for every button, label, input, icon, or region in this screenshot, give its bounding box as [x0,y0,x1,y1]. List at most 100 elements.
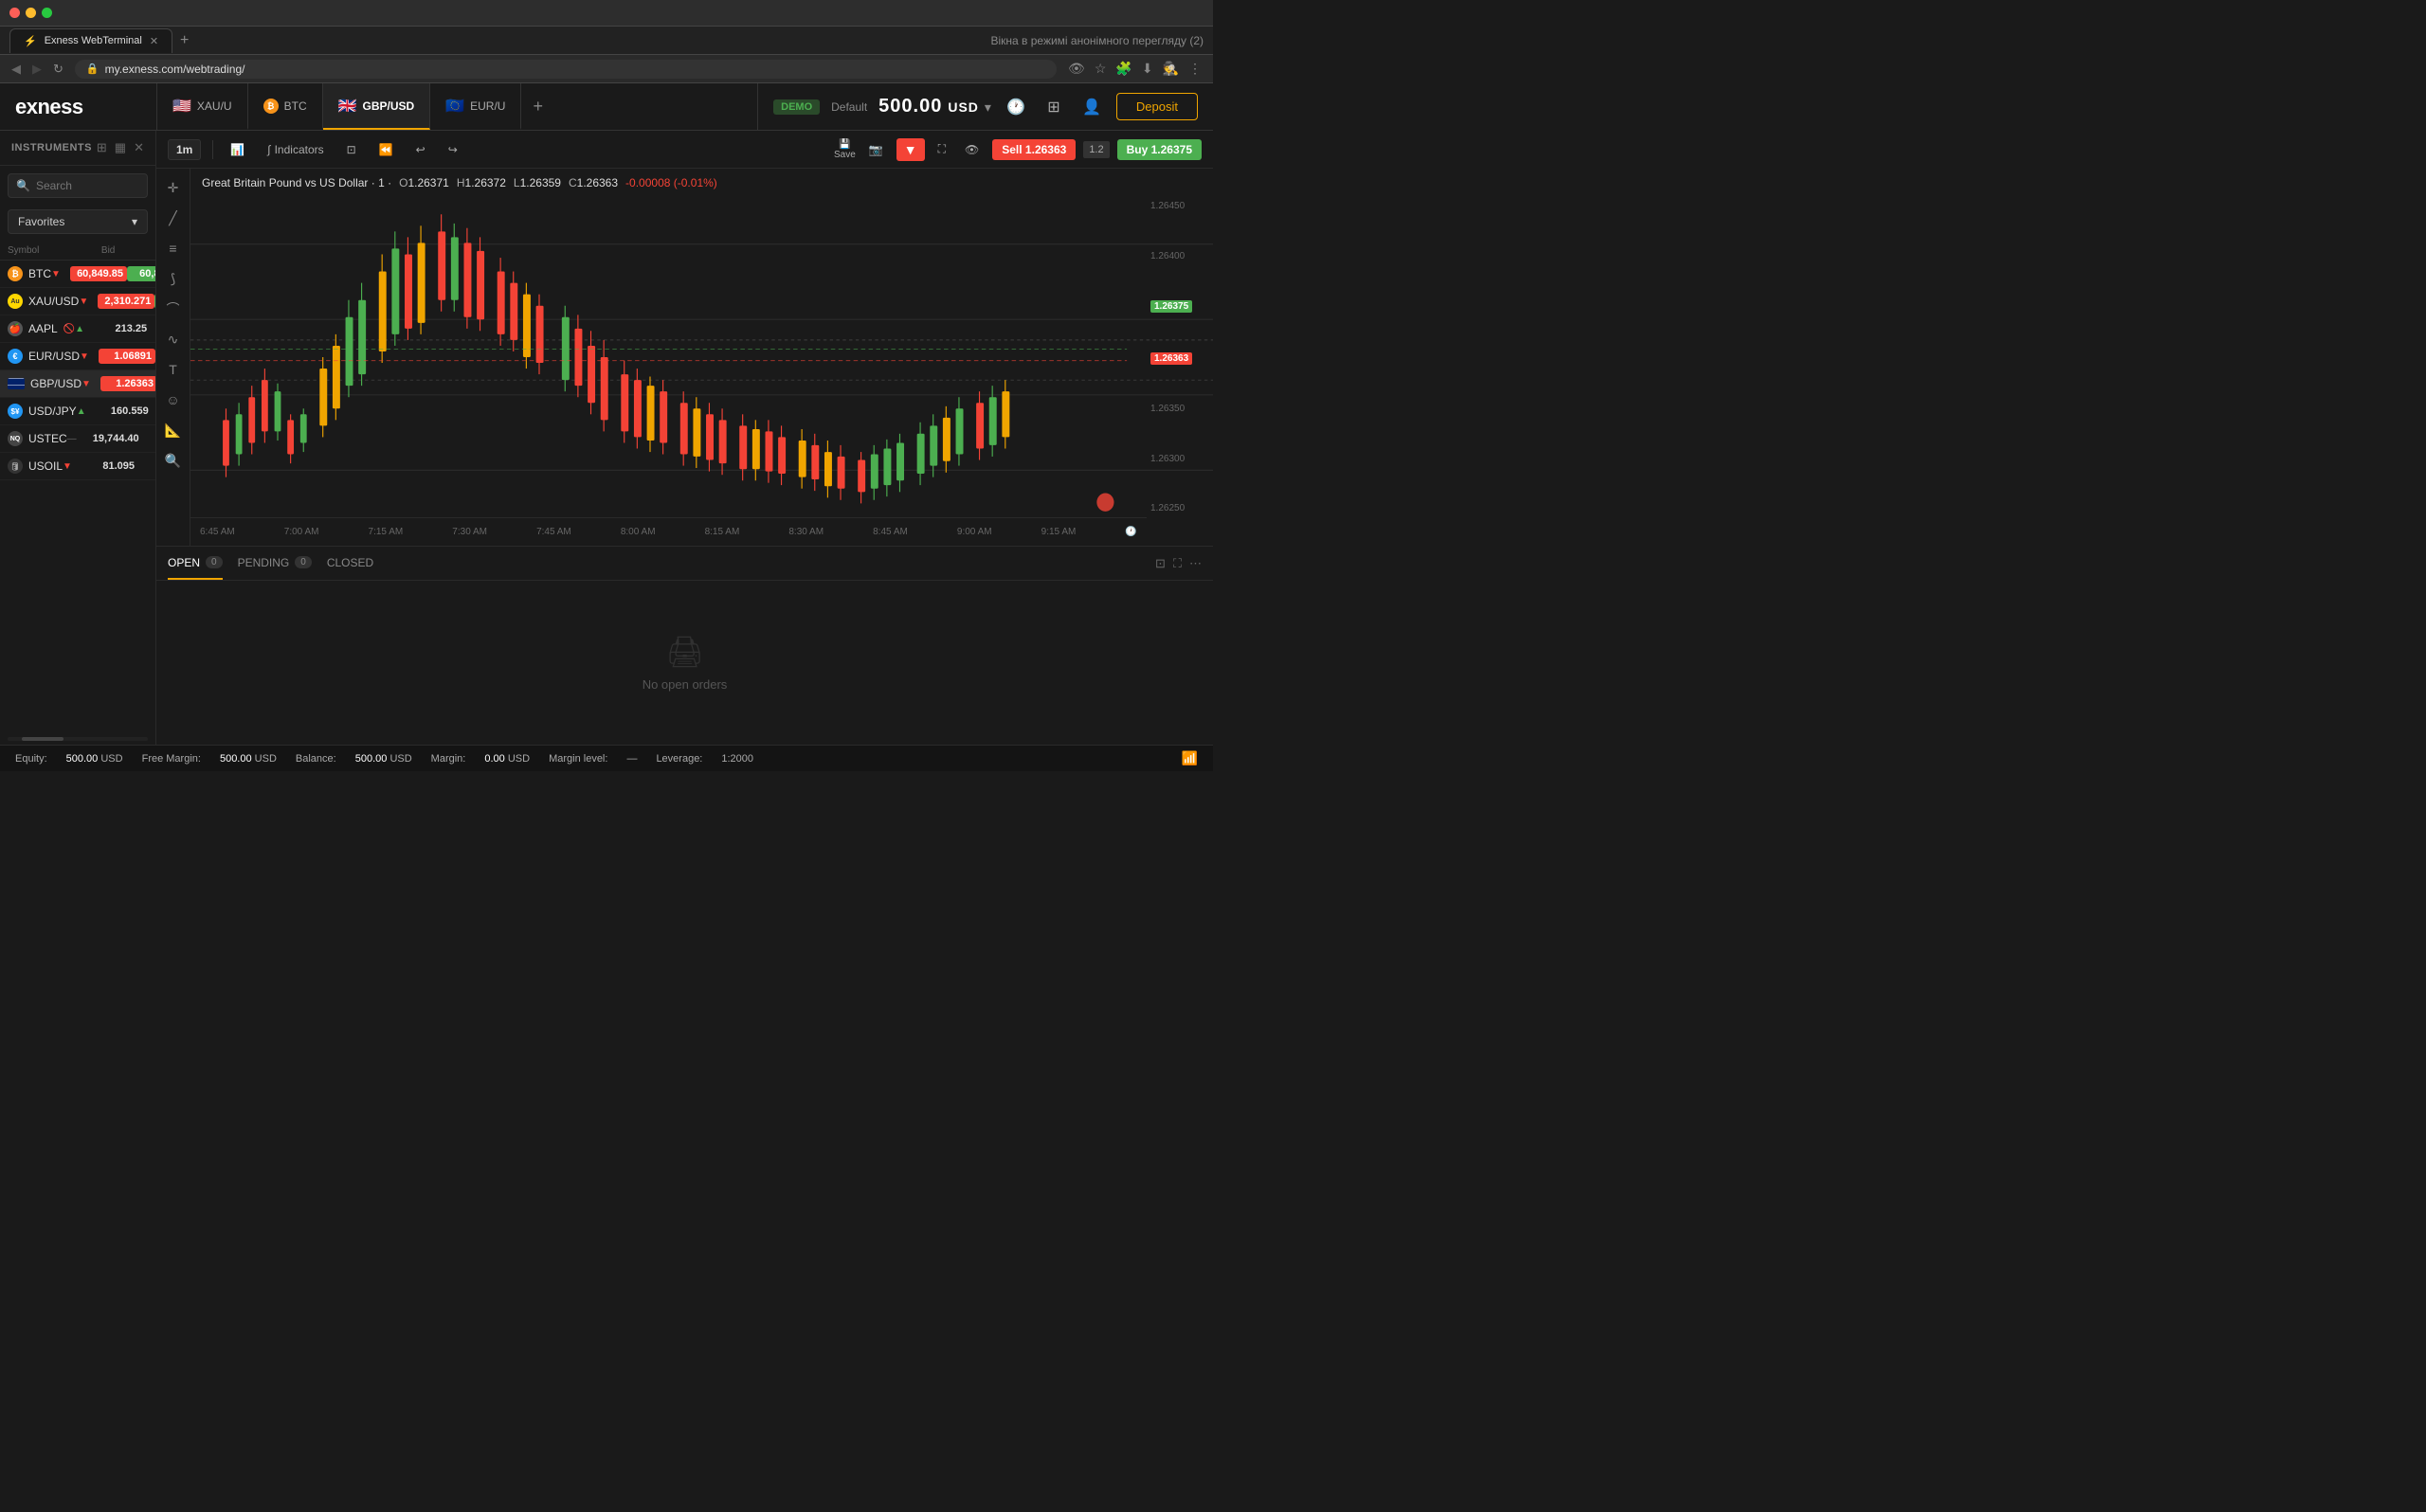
url-bar[interactable]: my.exness.com/webtrading/ [105,63,245,76]
bid-price: 2,310.271 [98,294,154,309]
eye-icon[interactable]: 👁 [1068,61,1085,77]
instrument-row[interactable]: 🍎 AAPL 🚫 ▲ 213.25 213.34 [0,315,155,343]
no-orders-area: 🖨 No open orders [156,581,1213,745]
sidebar-scrollbar[interactable] [8,737,148,741]
text-btn[interactable]: T [160,356,187,383]
camera-btn[interactable]: 📷 [863,140,889,159]
undo-btn[interactable]: ↩ [410,140,431,159]
horizontal-line-btn[interactable]: ≡ [160,235,187,261]
time-label-6: 8:00 AM [621,527,656,537]
sidebar-header: INSTRUMENTS ⊞ ▦ ✕ [0,131,155,166]
ask-price: 160.570 [153,404,155,419]
margin-value: 0.00 USD [484,753,530,765]
back-btn[interactable]: ◀ [11,62,21,77]
crosshair-btn[interactable]: ✛ [160,174,187,201]
tab-eur[interactable]: 🇪🇺 EUR/U [430,83,521,130]
sell-button[interactable]: Sell 1.26363 [992,139,1076,160]
clock-icon[interactable]: 🕐 [1003,94,1029,120]
orders-icon-3[interactable]: ⋯ [1189,556,1202,571]
tab-xau[interactable]: 🇺🇸 XAU/U [157,83,248,130]
tab-pending[interactable]: PENDING 0 [238,547,312,580]
instrument-row[interactable]: NQ USTEC — 19,744.40 19,750.3 [0,425,155,453]
puzzle-icon[interactable]: 🧩 [1115,61,1132,77]
balance-value: 500.00 USD [355,753,412,765]
drawing-tool-btn[interactable]: ⊡ [341,140,362,159]
new-tab-btn[interactable]: + [172,32,196,49]
incognito-icon[interactable]: 🕵 [1163,61,1179,77]
redo-icon: ↪ [448,143,458,156]
inst-symbol: 🛢 USOIL [8,459,63,474]
tab-closed[interactable]: CLOSED [327,547,373,580]
bottom-panel: OPEN 0 PENDING 0 CLOSED ⊡ ⛶ [156,546,1213,745]
col-ask: Ask [115,245,155,256]
bar-type-btn[interactable]: 📊 [225,140,250,159]
instrument-row[interactable]: € EUR/USD ▼ 1.06891 1.06901 [0,343,155,370]
chart-area: 1m 📊 ∫ Indicators ⊡ ⏪ ↩ [156,131,1213,745]
instrument-row[interactable]: ₿ BTC ▼ 60,849.85 60,886.1 [0,261,155,288]
expand-btn[interactable]: ⛶ [932,139,951,159]
tab-btc[interactable]: ₿ BTC [248,83,323,130]
time-label-7: 8:15 AM [705,527,740,537]
zoom-btn[interactable]: 🔍 [160,447,187,474]
sidebar-title: INSTRUMENTS [11,142,92,153]
sidebar-grid-icon[interactable]: ▦ [115,140,126,155]
forward-btn[interactable]: ▶ [32,62,42,77]
margin-level-label: Margin level: [549,753,607,765]
signal-down-icon: ▼ [80,351,99,362]
download-icon[interactable]: ⬇ [1142,61,1153,77]
sidebar-close-icon[interactable]: ✕ [134,140,144,155]
star-icon[interactable]: ☆ [1095,61,1107,77]
orders-tabs-right: ⊡ ⛶ ⋯ [1155,556,1202,571]
search-input[interactable] [36,179,139,192]
grid-icon[interactable]: ⊞ [1041,94,1067,120]
chart-high: H1.26372 [457,176,506,189]
user-icon[interactable]: 👤 [1078,94,1105,120]
orders-icon-2[interactable]: ⛶ [1173,556,1182,571]
wifi-icon: 📶 [1182,750,1198,766]
line-btn[interactable]: ╱ [160,205,187,231]
menu-icon[interactable]: ⋮ [1188,61,1202,77]
bid-price: 19,744.40 [86,431,143,446]
pattern-btn[interactable]: ⟆ [160,265,187,292]
search-box: 🔍 [8,173,148,198]
back-btn[interactable]: ⏪ [373,140,399,159]
sidebar-list-icon[interactable]: ⊞ [97,140,107,155]
tab-gbp[interactable]: 🇬🇧 GBP/USD [323,83,431,130]
add-tab-btn[interactable]: + [521,97,554,117]
buy-button[interactable]: Buy 1.26375 [1117,139,1202,160]
measure-btn[interactable]: 📐 [160,417,187,443]
indicators-icon: ∫ [267,143,270,156]
reload-btn[interactable]: ↻ [53,62,63,77]
instruments-table: Symbol Bid Ask ₿ BTC ▼ 60,849.85 60,886.… [0,242,155,733]
chart-title: Great Britain Pound vs US Dollar · 1 · [202,176,391,189]
ask-price: 60,886.1 [127,266,155,281]
balance-dropdown[interactable]: ▾ [985,99,991,116]
chevron-down-icon: ▾ [132,215,137,228]
instrument-row-gbp[interactable]: GBP/USD ▼ 1.26363 1.26375 [0,370,155,398]
buy-price-tag: 1.26375 [1150,300,1192,313]
instrument-row[interactable]: 🛢 USOIL ▼ 81.095 81.114 [0,453,155,480]
col-symbol: Symbol [8,245,39,256]
tab-open[interactable]: OPEN 0 [168,547,223,580]
orders-tabs: OPEN 0 PENDING 0 CLOSED ⊡ ⛶ [156,547,1213,581]
timeframe-btn[interactable]: 1m [168,139,201,160]
xau-icon: Au [8,294,23,309]
save-btn[interactable]: 💾 Save [834,139,856,160]
favorites-dropdown[interactable]: Favorites ▾ [8,209,148,234]
browser-tab-active[interactable]: ⚡ Exness WebTerminal ✕ [9,28,172,53]
emoji-btn[interactable]: ☺ [160,387,187,413]
tools-btn[interactable]: ⌒ [160,296,187,322]
aapl-icon: 🍎 [8,321,23,336]
fibonacci-btn[interactable]: ∿ [160,326,187,352]
eye-btn[interactable]: 👁 [959,140,985,159]
chart-wrapper: ✛ ╱ ≡ ⟆ ⌒ ∿ T ☺ 📐 🔍 [156,169,1213,546]
orders-icon-1[interactable]: ⊡ [1155,556,1166,571]
ask-price: 19,750.3 [143,431,155,446]
instrument-row[interactable]: Au XAU/USD ▼ 2,310.271 2,310.47 [0,288,155,315]
down-arrow-btn[interactable]: ▼ [896,138,925,161]
deposit-button[interactable]: Deposit [1116,93,1198,120]
logo-area: exness [0,95,156,119]
redo-btn[interactable]: ↪ [443,140,463,159]
indicators-btn[interactable]: ∫ Indicators [262,140,329,159]
instrument-row[interactable]: $¥ USD/JPY ▲ 160.559 160.570 [0,398,155,425]
